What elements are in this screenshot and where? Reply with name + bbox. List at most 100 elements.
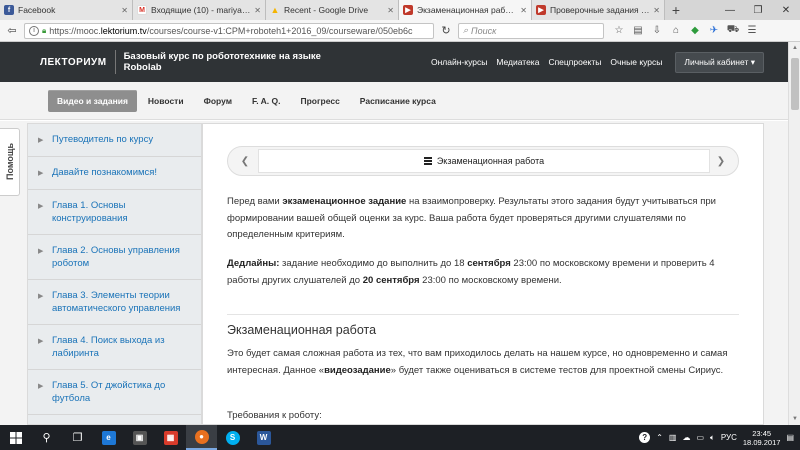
- chevron-right-icon: ▶: [38, 338, 44, 345]
- list-icon: [423, 157, 432, 165]
- network-icon[interactable]: ▥: [669, 433, 677, 442]
- sidebar-item-label: Глава 4. Поиск выхода из лабиринта: [52, 335, 165, 359]
- download-icon[interactable]: ⇩: [650, 24, 664, 38]
- window-controls: — ❐ ✕: [716, 0, 800, 20]
- scroll-thumb[interactable]: [791, 58, 799, 110]
- tab-title: Проверочные задания | Ле: [550, 5, 651, 15]
- close-icon[interactable]: ✕: [520, 6, 527, 15]
- info-icon[interactable]: i: [29, 25, 39, 36]
- sidebar-item-label: Глава 3. Элементы теории автоматического…: [52, 290, 181, 314]
- tab-schedule[interactable]: Расписание курса: [351, 90, 445, 112]
- browser-tab-bar: f Facebook ✕ M Входящие (10) - mariya.go…: [0, 0, 800, 20]
- drive-sync-icon[interactable]: ☁: [682, 433, 690, 442]
- lock-icon: 🔒︎: [42, 25, 47, 35]
- browser-tab-facebook[interactable]: f Facebook ✕: [0, 0, 133, 20]
- input-language[interactable]: РУС: [721, 433, 737, 442]
- minimize-icon[interactable]: —: [716, 0, 744, 20]
- scroll-up-icon[interactable]: ▲: [789, 42, 800, 54]
- menu-icon[interactable]: ☰: [745, 24, 759, 38]
- page-scrollbar[interactable]: ▲ ▼: [788, 42, 800, 425]
- task-view-icon[interactable]: ❐: [62, 425, 93, 450]
- tab-video-tasks[interactable]: Видео и задания: [48, 89, 137, 112]
- unit-content: ❮ Экзаменационная работа ❯ Перед вами эк…: [202, 123, 764, 425]
- browser-tab-exam[interactable]: ▶ Экзаменационная работа | Л ✕: [399, 0, 532, 20]
- nav-online-courses[interactable]: Онлайн-курсы: [431, 57, 487, 67]
- tab-news[interactable]: Новости: [139, 90, 193, 112]
- gift-app-icon[interactable]: ▦: [155, 425, 186, 450]
- robot-requirements-label: Требования к роботу:: [227, 410, 322, 421]
- word-icon[interactable]: W: [248, 425, 279, 450]
- skype-icon[interactable]: S: [217, 425, 248, 450]
- reload-icon[interactable]: ↻: [438, 23, 454, 39]
- close-icon[interactable]: ✕: [254, 6, 261, 15]
- search-icon[interactable]: ⚲: [31, 425, 62, 450]
- chevron-right-icon: ▶: [38, 137, 44, 144]
- sidebar-item-label: Путеводитель по курсу: [52, 134, 154, 145]
- home-icon[interactable]: ⌂: [669, 24, 683, 38]
- firefox-icon[interactable]: ●: [186, 425, 217, 450]
- lektorium-icon: ▶: [403, 5, 413, 15]
- site-header: ЛЕКТОРИУМ Базовый курс по робототехнике …: [0, 42, 788, 82]
- gmail-icon: M: [137, 5, 147, 15]
- tab-forum[interactable]: Форум: [195, 90, 241, 112]
- windows-start-icon[interactable]: [0, 425, 31, 450]
- show-hidden-icons-icon[interactable]: ⌃: [656, 433, 663, 442]
- url-path: /courses/course-v1:CPM+roboteh1+2016_09/…: [146, 25, 413, 36]
- nav-media[interactable]: Медиатека: [496, 57, 539, 67]
- sidebar-item-label: Глава 2. Основы управления роботом: [52, 245, 180, 269]
- close-window-icon[interactable]: ✕: [772, 0, 800, 20]
- browser-tab-tests[interactable]: ▶ Проверочные задания | Ле ✕: [532, 0, 665, 20]
- windows-taskbar: ⚲ ❐ e ▣ ▦ ● S W ? ⌃ ▥ ☁ ▭ 🔈︎ РУС 23:45 18…: [0, 425, 800, 450]
- tab-progress[interactable]: Прогресс: [292, 90, 349, 112]
- next-unit-button[interactable]: ❯: [712, 152, 730, 170]
- new-tab-button[interactable]: +: [665, 0, 687, 20]
- maximize-icon[interactable]: ❐: [744, 0, 772, 20]
- reading-list-icon[interactable]: ▤: [631, 24, 645, 38]
- drive-icon: ▲: [270, 5, 280, 15]
- deadline-paragraph: Дедлайны: задание необходимо до выполнит…: [227, 258, 715, 286]
- previous-unit-button[interactable]: ❮: [236, 152, 254, 170]
- intro-paragraph: Перед вами экзаменационное задание на вз…: [227, 196, 716, 240]
- nav-special[interactable]: Спецпроекты: [548, 57, 601, 67]
- sidebar-item-chapter-3[interactable]: ▶ Глава 3. Элементы теории автоматическог…: [28, 280, 201, 325]
- sidebar-item-chapter-4[interactable]: ▶ Глава 4. Поиск выхода из лабиринта: [28, 325, 201, 370]
- notifications-icon[interactable]: ▤: [786, 433, 794, 442]
- help-label: Помощь: [4, 143, 15, 181]
- close-icon[interactable]: ✕: [653, 6, 660, 15]
- caret-down-icon: ▾: [750, 56, 755, 67]
- close-icon[interactable]: ✕: [121, 6, 128, 15]
- sidebar-item-intro[interactable]: ▶ Давайте познакомимся!: [28, 157, 201, 190]
- help-tab[interactable]: Помощь: [0, 128, 20, 196]
- close-icon[interactable]: ✕: [387, 6, 394, 15]
- browser-tab-drive[interactable]: ▲ Recent - Google Drive ✕: [266, 0, 399, 20]
- scroll-down-icon[interactable]: ▼: [789, 413, 800, 425]
- site-nav: Онлайн-курсы Медиатека Спецпроекты Очные…: [431, 51, 788, 73]
- extension-blue-icon[interactable]: ✈: [707, 24, 721, 38]
- nav-offline-courses[interactable]: Очные курсы: [610, 57, 662, 67]
- site-logo[interactable]: ЛЕКТОРИУМ: [40, 50, 116, 74]
- search-input[interactable]: ⌕ Поиск: [458, 22, 604, 39]
- address-bar[interactable]: i 🔒︎ https://mooc. lektorium.tv/courses/c…: [24, 22, 434, 39]
- help-circle-icon[interactable]: ?: [639, 432, 651, 443]
- section-divider: [227, 314, 739, 315]
- account-button[interactable]: Личный кабинет ▾: [675, 51, 764, 73]
- url-prefix: https://mooc.: [49, 25, 101, 36]
- edge-icon[interactable]: e: [93, 425, 124, 450]
- volume-icon[interactable]: 🔈︎: [710, 433, 715, 443]
- sidebar-item-chapter-1[interactable]: ▶ Глава 1. Основы конструирования: [28, 190, 201, 235]
- unit-title: Экзаменационная работа: [436, 156, 545, 166]
- sidebar-item-guide[interactable]: ▶ Путеводитель по курсу: [28, 124, 201, 157]
- current-unit-tab[interactable]: Экзаменационная работа: [258, 149, 710, 173]
- browser-tab-gmail[interactable]: M Входящие (10) - mariya.gor ✕: [133, 0, 266, 20]
- clock[interactable]: 23:45 18.09.2017: [743, 429, 781, 447]
- store-icon[interactable]: ▣: [124, 425, 155, 450]
- battery-icon[interactable]: ▭: [696, 433, 704, 442]
- bookmark-star-icon[interactable]: ☆: [612, 24, 626, 38]
- tab-faq[interactable]: F. A. Q.: [243, 90, 290, 112]
- cart-icon[interactable]: ⛟: [726, 24, 740, 38]
- sidebar-item-chapter-2[interactable]: ▶ Глава 2. Основы управления роботом: [28, 235, 201, 280]
- sidebar-item-chapter-5[interactable]: ▶ Глава 5. От джойстика до футбола: [28, 370, 201, 415]
- extension-green-icon[interactable]: ◆: [688, 24, 702, 38]
- back-arrow-icon[interactable]: ⇦: [4, 23, 20, 39]
- chevron-right-icon: ▶: [38, 293, 44, 300]
